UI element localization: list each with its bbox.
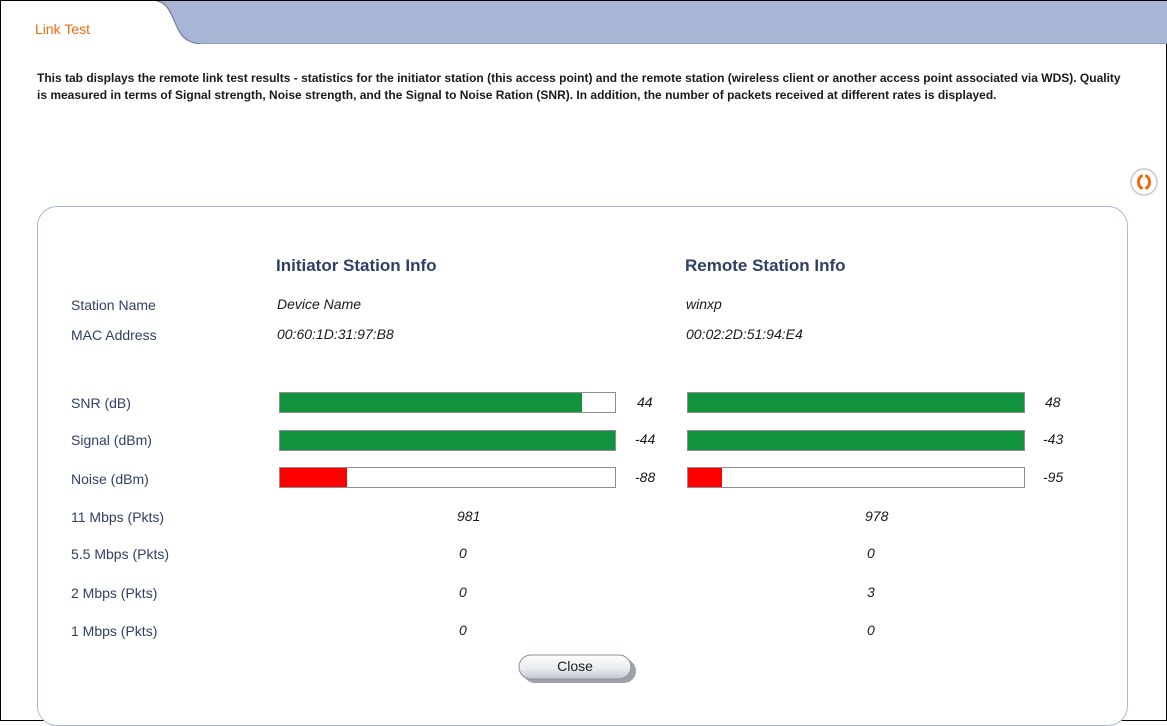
initiator-signal-bar-fill: [280, 431, 615, 450]
initiator-signal-value: -44: [635, 431, 656, 447]
initiator-noise-value: -88: [635, 469, 656, 485]
window-frame: Link Test This tab displays the remote l…: [0, 0, 1167, 726]
initiator-snr-value: 44: [637, 394, 653, 410]
remote-noise-bar-fill: [688, 468, 722, 487]
close-button[interactable]: Close: [518, 654, 638, 684]
initiator-mac-address: 00:60:1D:31:97:B8: [277, 326, 394, 342]
snr-label: SNR (dB): [71, 395, 131, 411]
close-button-label: Close: [557, 658, 593, 674]
initiator-mbps5-5-value: 0: [459, 545, 467, 561]
remote-signal-bar-fill: [688, 431, 1024, 450]
initiator-noise-bar: [279, 467, 616, 488]
mbps2-label: 2 Mbps (Pkts): [71, 585, 158, 601]
link-test-panel: [37, 206, 1128, 726]
station-name-label: Station Name: [71, 297, 156, 313]
help-icon[interactable]: [1129, 167, 1159, 197]
remote-mbps11-value: 978: [865, 508, 889, 524]
mac-address-label: MAC Address: [71, 327, 157, 343]
initiator-station-name: Device Name: [277, 296, 362, 312]
tab-strip-graphic: [1, 1, 1167, 44]
initiator-signal-bar: [279, 430, 616, 451]
remote-station-name: winxp: [686, 296, 722, 312]
initiator-noise-bar-fill: [280, 468, 347, 487]
remote-mac-address: 00:02:2D:51:94:E4: [686, 326, 803, 342]
initiator-snr-bar-fill: [280, 393, 582, 412]
remote-snr-value: 48: [1045, 394, 1061, 410]
remote-mbps5-5-value: 0: [867, 545, 875, 561]
initiator-mbps11-value: 981: [457, 508, 481, 524]
initiator-heading: Initiator Station Info: [276, 256, 437, 275]
initiator-mbps1-value: 0: [459, 622, 467, 638]
page-description: This tab displays the remote link test r…: [37, 71, 1121, 102]
remote-signal-value: -43: [1043, 431, 1064, 447]
noise-label: Noise (dBm): [71, 471, 149, 487]
remote-noise-value: -95: [1043, 469, 1064, 485]
initiator-mbps2-value: 0: [459, 584, 467, 600]
remote-signal-bar: [687, 430, 1025, 451]
mbps5-5-label: 5.5 Mbps (Pkts): [71, 546, 170, 562]
remote-mbps2-value: 3: [867, 584, 875, 600]
remote-snr-bar: [687, 392, 1025, 413]
mbps1-label: 1 Mbps (Pkts): [71, 623, 158, 639]
signal-label: Signal (dBm): [71, 432, 152, 448]
tab-strip: Link Test: [1, 1, 1167, 44]
remote-mbps1-value: 0: [867, 622, 875, 638]
remote-noise-bar: [687, 467, 1025, 488]
initiator-snr-bar: [279, 392, 616, 413]
mbps11-label: 11 Mbps (Pkts): [71, 509, 165, 525]
tab-link-test[interactable]: Link Test: [35, 20, 90, 38]
remote-snr-bar-fill: [688, 393, 1024, 412]
remote-heading: Remote Station Info: [685, 256, 846, 275]
